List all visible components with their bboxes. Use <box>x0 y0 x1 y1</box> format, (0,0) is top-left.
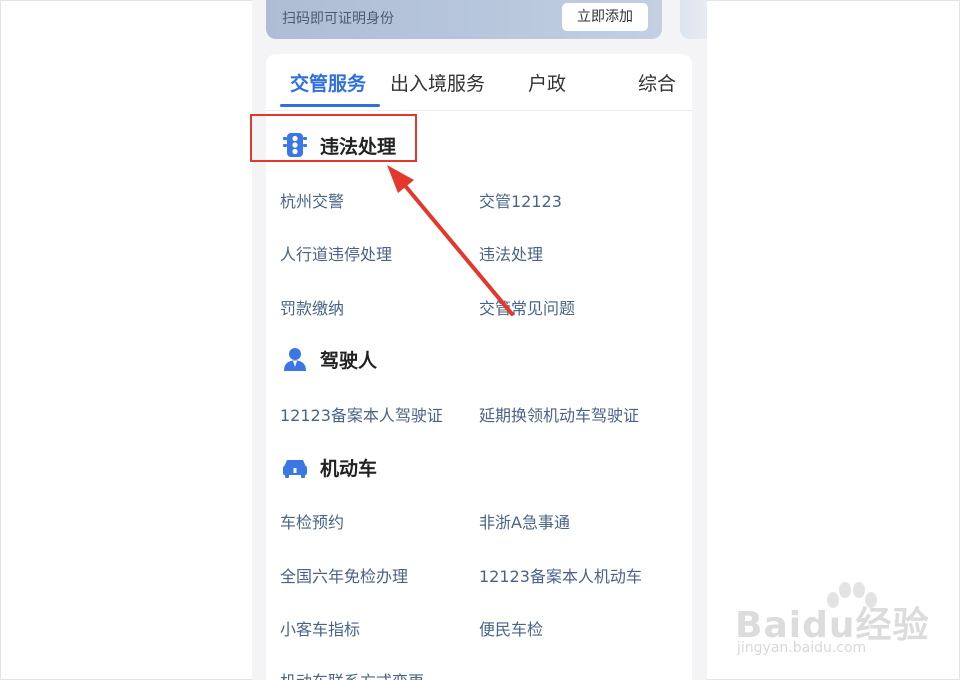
link-car-quota[interactable]: 小客车指标 <box>280 616 360 640</box>
add-now-button[interactable]: 立即添加 <box>562 3 648 31</box>
link-convenient-inspection[interactable]: 便民车检 <box>479 616 543 640</box>
link-vehicle-contact-change[interactable]: 机动车联系方式变更 <box>280 668 424 680</box>
link-register-vehicle[interactable]: 12123备案本人机动车 <box>479 563 642 587</box>
link-fine-payment[interactable]: 罚款缴纳 <box>280 295 344 319</box>
link-inspection-booking[interactable]: 车检预约 <box>280 509 344 533</box>
service-tabs: 交管服务 出入境服务 户政 综合 <box>266 54 692 111</box>
watermark-url: jingyan.baidu.com <box>737 640 867 656</box>
link-renew-driving-license[interactable]: 延期换领机动车驾驶证 <box>479 402 639 426</box>
tab-general[interactable]: 综合 <box>638 69 676 96</box>
section-title-driver: 驾驶人 <box>320 350 378 372</box>
phone-screen: 扫码即可证明身份 立即添加 交管服务 出入境服务 户政 综合 违法处理 杭州交警… <box>252 0 707 680</box>
annotation-highlight-box <box>250 114 417 162</box>
link-register-driving-license[interactable]: 12123备案本人驾驶证 <box>280 402 443 426</box>
link-hangzhou-traffic-police[interactable]: 杭州交警 <box>280 188 344 212</box>
section-title-motor-vehicle: 机动车 <box>320 458 378 480</box>
link-six-year-exemption[interactable]: 全国六年免检办理 <box>280 563 408 587</box>
id-card-banner: 扫码即可证明身份 立即添加 <box>266 0 662 39</box>
active-tab-indicator <box>280 104 380 107</box>
link-sidewalk-parking[interactable]: 人行道违停处理 <box>280 241 392 265</box>
car-icon <box>283 460 307 478</box>
tab-exit-entry-services[interactable]: 出入境服务 <box>390 69 485 96</box>
link-traffic-faq[interactable]: 交管常见问题 <box>479 295 575 319</box>
link-non-zhejiang-a-pass[interactable]: 非浙A急事通 <box>479 509 570 533</box>
baidu-jingyan-watermark: Baidu经验 jingyan.baidu.com <box>733 580 933 670</box>
next-card-peek <box>680 0 707 39</box>
driver-person-icon <box>284 348 306 371</box>
link-12123[interactable]: 交管12123 <box>479 188 562 212</box>
tab-traffic-services[interactable]: 交管服务 <box>290 69 366 96</box>
tab-household-registration[interactable]: 户政 <box>528 69 566 96</box>
link-violation-handling[interactable]: 违法处理 <box>479 241 543 265</box>
id-card-hint: 扫码即可证明身份 <box>282 11 394 27</box>
